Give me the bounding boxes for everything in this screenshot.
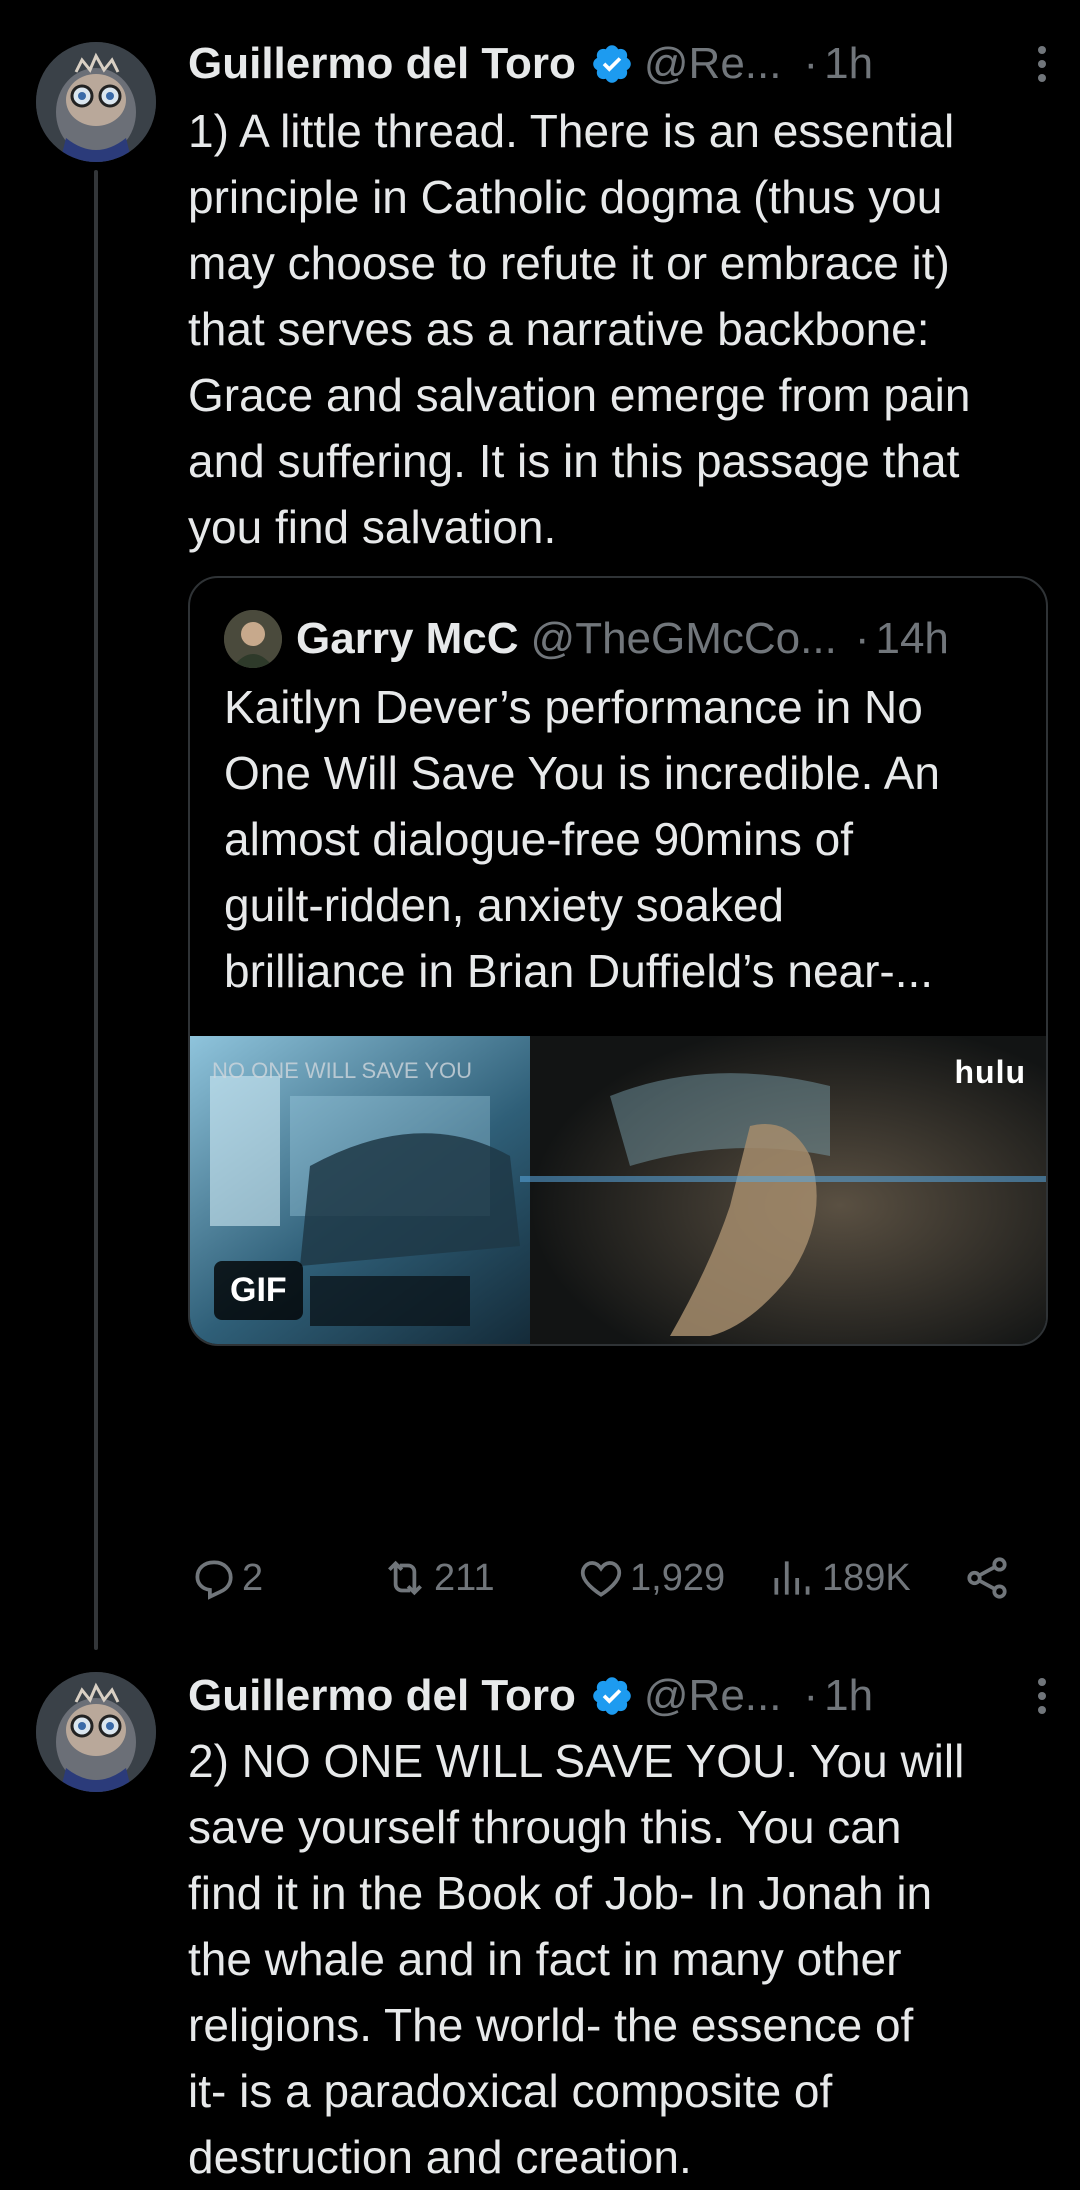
share-button[interactable] — [962, 1553, 1016, 1603]
author-handle[interactable]: @Re... — [644, 39, 782, 89]
separator-dot: · — [803, 1671, 819, 1720]
views-icon — [774, 1561, 810, 1595]
separator-dot: · — [803, 39, 819, 88]
author-name[interactable]: Guillermo del Toro — [188, 39, 576, 89]
text-line: brilliance in Brian Duffield’s near-... — [224, 945, 934, 997]
text-line: guilt-ridden, anxiety soaked — [224, 879, 784, 931]
author-avatar[interactable] — [36, 1672, 156, 1792]
more-options-icon[interactable] — [1022, 1674, 1062, 1722]
gif-badge: GIF — [214, 1261, 303, 1320]
tweet-header: Guillermo del Toro @Re... · 1h — [188, 1664, 1050, 1728]
text-line: the whale and in fact in many other — [188, 1933, 902, 1985]
text-line: principle in Catholic dogma (thus you — [188, 171, 943, 223]
tweet-1[interactable]: Guillermo del Toro @Re... · 1h 1) A litt… — [0, 0, 1080, 1650]
verified-badge-icon — [593, 45, 631, 83]
text-line: that serves as a narrative backbone: — [188, 303, 930, 355]
tweet-header: Guillermo del Toro @Re... · 1h — [188, 32, 1050, 96]
text-line: religions. The world- the essence of — [188, 1999, 914, 2051]
author-handle[interactable]: @Re... — [644, 1671, 782, 1721]
views-button[interactable]: 189K — [768, 1553, 911, 1603]
gif-media[interactable]: NO ONE WILL SAVE YOU hulu GIF — [190, 1036, 1046, 1344]
reply-button[interactable]: 2 — [188, 1553, 263, 1603]
text-line: One Will Save You is incredible. An — [224, 747, 940, 799]
like-count: 1,929 — [630, 1556, 726, 1599]
quoted-tweet-header: Garry McC @TheGMcCo... · 14h — [224, 608, 949, 670]
reply-icon — [195, 1560, 233, 1600]
repost-button[interactable]: 211 — [380, 1553, 495, 1603]
like-icon — [580, 1561, 622, 1597]
tweet-text: 1) A little thread. There is an essentia… — [188, 98, 1058, 560]
more-options-icon[interactable] — [1022, 42, 1062, 90]
views-count: 189K — [822, 1556, 911, 1599]
text-line: destruction and creation. — [188, 2131, 692, 2183]
verified-badge-icon — [593, 1677, 631, 1715]
text-line: may choose to refute it or embrace it) — [188, 237, 950, 289]
text-line: almost dialogue-free 90mins of — [224, 813, 853, 865]
thread-line — [94, 170, 98, 1650]
quoted-author-handle: @TheGMcCo... — [530, 614, 837, 663]
like-button[interactable]: 1,929 — [576, 1553, 725, 1603]
tweet-actions: 2 211 1,929 189K — [188, 1548, 1018, 1608]
quoted-tweet[interactable]: Garry McC @TheGMcCo... · 14h Kaitlyn Dev… — [188, 576, 1048, 1346]
text-line: Grace and salvation emerge from pain — [188, 369, 971, 421]
quoted-tweet-text: Kaitlyn Dever’s performance in No One Wi… — [224, 674, 1024, 1004]
text-line: 1) A little thread. There is an essentia… — [188, 105, 955, 157]
author-name[interactable]: Guillermo del Toro — [188, 1671, 576, 1721]
repost-count: 211 — [434, 1556, 495, 1599]
media-overlay-title: NO ONE WILL SAVE YOU — [212, 1058, 472, 1083]
network-logo: hulu — [954, 1054, 1026, 1090]
quoted-timestamp: 14h — [875, 614, 949, 663]
quoted-author-name: Garry McC — [296, 614, 519, 663]
timestamp[interactable]: 1h — [824, 1671, 873, 1721]
text-line: save yourself through this. You can — [188, 1801, 902, 1853]
text-line: it- is a paradoxical composite of — [188, 2065, 833, 2117]
share-icon — [967, 1557, 1007, 1599]
tweet-text: 2) NO ONE WILL SAVE YOU. You will save y… — [188, 1728, 1058, 2190]
text-line: Kaitlyn Dever’s performance in No — [224, 681, 923, 733]
text-line: you find salvation. — [188, 501, 557, 553]
text-line: find it in the Book of Job- In Jonah in — [188, 1867, 933, 1919]
quoted-author-avatar — [224, 610, 282, 668]
author-avatar[interactable] — [36, 42, 156, 162]
reply-count: 2 — [242, 1556, 264, 1599]
tweet-2[interactable]: Guillermo del Toro @Re... · 1h 2) NO ONE… — [0, 1660, 1080, 2187]
text-line: 2) NO ONE WILL SAVE YOU. You will — [188, 1735, 965, 1787]
text-line: and suffering. It is in this passage tha… — [188, 435, 960, 487]
repost-icon — [388, 1560, 422, 1596]
separator-dot: · — [854, 614, 870, 663]
timestamp[interactable]: 1h — [824, 39, 873, 89]
